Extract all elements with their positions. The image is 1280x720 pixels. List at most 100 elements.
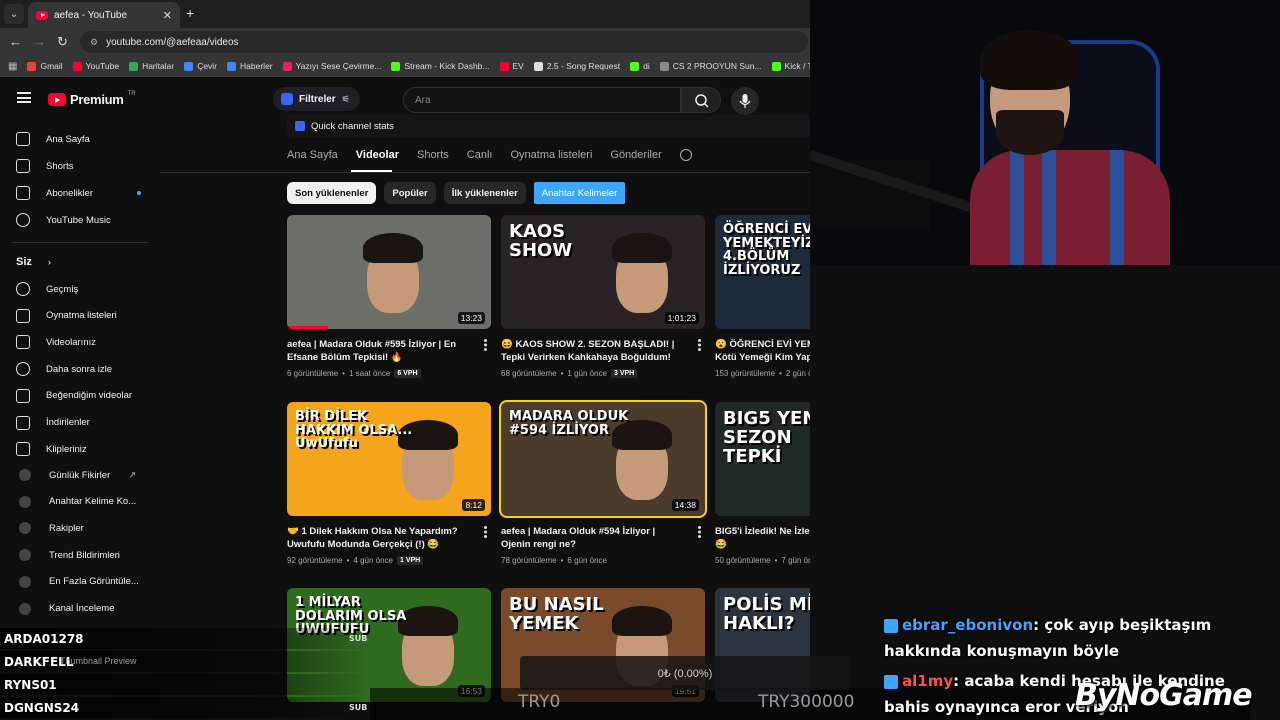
subscriber-name: DGNGNS24	[4, 700, 80, 715]
forward-icon[interactable]: →	[33, 34, 46, 49]
bookmark-item[interactable]: CS 2 PROOYUN Sun...	[659, 61, 762, 71]
bookmark-favicon-icon	[27, 61, 37, 71]
sidebar-item[interactable]: İndirilenler	[16, 415, 90, 430]
channel-tab[interactable]: Gönderiler	[610, 149, 661, 161]
sidebar-item-extension[interactable]: Günlük Fikirler ↗	[19, 469, 136, 481]
bookmark-item[interactable]: Çevir	[184, 61, 217, 71]
more-options-icon[interactable]	[698, 526, 701, 538]
filters-button[interactable]: Filtreler ⚟	[273, 87, 360, 111]
search-icon	[695, 94, 709, 108]
video-thumbnail[interactable]: KAOS SHOW 1:01:23	[501, 215, 705, 329]
sliders-icon: ⚟	[341, 93, 350, 104]
video-title[interactable]: aefea | Madara Olduk #595 İzliyor | En E…	[287, 338, 471, 364]
bookmark-item[interactable]: Yazıyı Sese Çevirme...	[282, 61, 381, 71]
bookmark-item[interactable]: Haberler	[227, 61, 273, 71]
thumbnail-text: BU NASIL YEMEK	[509, 594, 604, 634]
tab-search-button[interactable]: ⌄	[4, 4, 24, 24]
sidebar-item[interactable]: Videolarınız	[16, 335, 96, 350]
channel-tab[interactable]: Videolar	[356, 149, 399, 161]
video-meta: 50 görüntüleme•7 gün önce	[715, 556, 810, 565]
subscriber-name: ARDA01278	[4, 631, 84, 646]
video-thumbnail[interactable]: BİR DİLEK HAKKIM OLSA... UwUfufu 8:12	[287, 402, 491, 516]
search-button[interactable]	[681, 87, 721, 113]
sidebar-item[interactable]: Daha sonra izle	[16, 362, 112, 377]
more-options-icon[interactable]	[698, 339, 701, 351]
channel-tab[interactable]: Ana Sayfa	[287, 149, 338, 161]
sort-chip[interactable]: İlk yüklenenler	[443, 182, 526, 204]
video-duration: 13:23	[457, 312, 485, 324]
bookmark-favicon-icon	[72, 61, 82, 71]
quick-channel-stats[interactable]: Quick channel stats	[287, 115, 810, 137]
sidebar-item[interactable]: YouTube Music	[16, 213, 111, 227]
sidebar-you-header[interactable]: Siz ›	[16, 256, 51, 268]
sort-chip[interactable]: Son yüklenenler	[287, 182, 377, 204]
bookmark-item[interactable]: Kick / Tw	[771, 61, 810, 71]
close-tab-icon[interactable]: ✕	[163, 9, 172, 22]
goal-start-label: TRY0	[518, 692, 561, 712]
bookmark-favicon-icon	[499, 61, 509, 71]
video-title[interactable]: 😮 ÖĞRENCİ EVİ YEMEKTEYİZ #4 | En Kötü Ye…	[715, 338, 810, 364]
extension-icon	[19, 549, 31, 562]
sidebar-item[interactable]: Beğendiğim videolar	[16, 388, 132, 403]
sidebar-item-extension[interactable]: Rakipler	[19, 522, 84, 535]
meta-separator: •	[346, 556, 350, 565]
bookmark-item[interactable]: di	[630, 61, 650, 71]
bookmark-item[interactable]: YouTube	[72, 61, 119, 71]
sidebar-item-extension[interactable]: Kanal İnceleme	[19, 602, 114, 615]
back-icon[interactable]: ←	[9, 34, 22, 49]
video-title[interactable]: 😆 KAOS SHOW 2. SEZON BAŞLADI! | Tepki Ve…	[501, 338, 685, 364]
sidebar-item-extension[interactable]: Trend Bildirimleri	[19, 549, 120, 562]
your-videos-icon	[16, 335, 30, 350]
sort-chip[interactable]: Anahtar Kelimeler	[533, 182, 626, 204]
video-card[interactable]: KAOS SHOW 1:01:23 😆 KAOS SHOW 2. SEZON BAŞ…	[501, 215, 705, 378]
video-title[interactable]: BIG5'i İzledik! Ne İzlediğimizi Şaşırdık…	[715, 525, 810, 551]
browser-tab[interactable]: aefea - YouTube ✕	[28, 2, 180, 28]
sidebar-item[interactable]: Ana Sayfa	[16, 132, 90, 146]
search-input[interactable]: Ara	[403, 87, 681, 113]
sidebar-item[interactable]: Shorts	[16, 159, 73, 173]
new-tab-button[interactable]: +	[186, 5, 194, 21]
meta-separator: •	[342, 369, 345, 378]
more-options-icon[interactable]	[484, 339, 487, 351]
video-card[interactable]: BİR DİLEK HAKKIM OLSA... UwUfufu 8:12 🤝 1 …	[287, 402, 491, 565]
video-card[interactable]: 13:23 aefea | Madara Olduk #595 İzliyor |…	[287, 215, 491, 378]
voice-search-button[interactable]	[731, 87, 759, 115]
reload-icon[interactable]: ↻	[57, 34, 68, 50]
address-bar[interactable]: ⚙ youtube.com/@aefeaa/videos	[80, 31, 808, 53]
sidebar-item[interactable]: Oynatma listeleri	[16, 308, 117, 323]
channel-tab[interactable]: Canlı	[467, 149, 493, 161]
video-card[interactable]: ÖĞRENCİ EVİ YEMEKTEYİZ 4.BÖLÜM İZLİYORUZ…	[715, 215, 810, 378]
video-title[interactable]: 🤝 1 Dilek Hakkım Olsa Ne Yapardım? Uwufu…	[287, 525, 471, 551]
site-info-icon[interactable]: ⚙	[90, 37, 98, 48]
video-card[interactable]: MADARA OLDUK #594 İZLİYOR 14:38 aefea | Ma…	[499, 400, 707, 565]
bookmark-item[interactable]: Gmail	[27, 61, 63, 71]
bookmark-item[interactable]: Haritalar	[129, 61, 174, 71]
video-meta: 78 görüntüleme • 6 gün önce	[501, 556, 705, 565]
video-thumbnail[interactable]: MADARA OLDUK #594 İZLİYOR 14:38	[499, 400, 707, 518]
sidebar-item-label: Videolarınız	[46, 336, 96, 348]
apps-grid-icon[interactable]: ▦	[8, 61, 17, 72]
channel-search-icon[interactable]	[679, 149, 692, 161]
sort-chip[interactable]: Popüler	[384, 182, 436, 204]
channel-tab[interactable]: Oynatma listeleri	[510, 149, 592, 161]
bookmark-item[interactable]: Stream - Kick Dashb...	[391, 61, 490, 71]
extension-icon	[19, 575, 31, 588]
sidebar-item[interactable]: Klipleriniz	[16, 442, 87, 457]
sidebar-item-extension[interactable]: Anahtar Kelime Ko...	[19, 495, 136, 508]
menu-icon[interactable]	[17, 92, 31, 103]
sidebar-item[interactable]: Abonelikler	[16, 186, 141, 200]
sidebar-item[interactable]: Geçmiş	[16, 282, 78, 296]
extension-icon	[281, 93, 293, 105]
video-thumbnail[interactable]: ÖĞRENCİ EVİ YEMEKTEYİZ 4.BÖLÜM İZLİYORUZ…	[715, 215, 810, 329]
video-title[interactable]: aefea | Madara Olduk #594 İzliyor | Ojen…	[501, 525, 685, 551]
bookmark-item[interactable]: 2.5 - Song Request	[533, 61, 620, 71]
bookmark-item[interactable]: EV	[499, 61, 524, 71]
video-card[interactable]: BIG5 YEN SEZON TEPKİ47:27 BIG5'i İzledik!…	[715, 402, 810, 565]
video-thumbnail[interactable]: BIG5 YEN SEZON TEPKİ47:27	[715, 402, 810, 516]
video-thumbnail[interactable]: 13:23	[287, 215, 491, 329]
more-options-icon[interactable]	[484, 526, 487, 538]
sidebar-item-extension[interactable]: En Fazla Görüntüle...	[19, 575, 139, 588]
youtube-logo[interactable]: Premium TR	[48, 91, 136, 107]
thumbnail-text: BİR DİLEK HAKKIM OLSA... UwUfufu	[295, 409, 413, 452]
channel-tab[interactable]: Shorts	[417, 149, 449, 161]
